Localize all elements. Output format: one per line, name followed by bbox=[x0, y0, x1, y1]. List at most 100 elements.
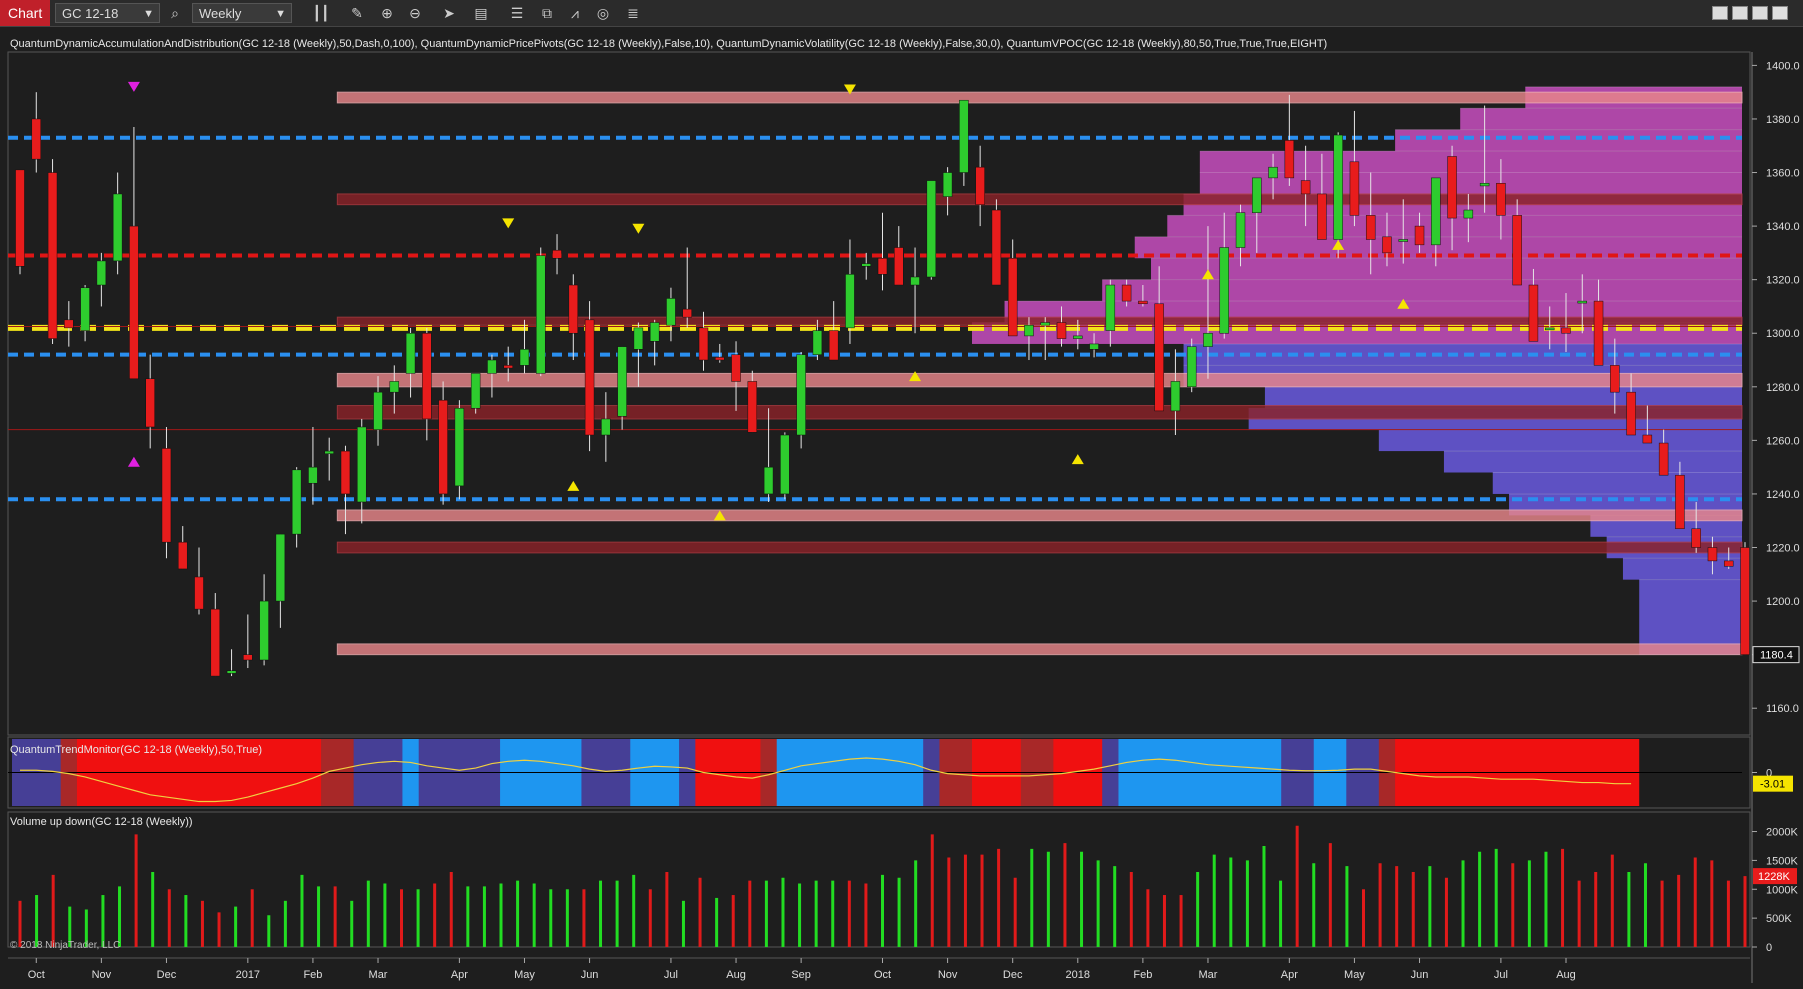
zoom-out-icon[interactable]: ⊖ bbox=[406, 4, 424, 22]
strategy-icon[interactable]: ⧉ bbox=[538, 4, 556, 22]
bar-style-icon[interactable]: ┃┃ bbox=[312, 4, 330, 22]
y-tick-label: 1000K bbox=[1766, 884, 1798, 896]
candle-down bbox=[552, 249, 562, 259]
volume-profile-bar bbox=[1102, 279, 1742, 302]
candle-down bbox=[975, 166, 985, 205]
candle-down bbox=[1691, 528, 1701, 548]
candle-down bbox=[1593, 300, 1604, 366]
candle-up bbox=[291, 469, 302, 535]
candle-down bbox=[991, 209, 1002, 286]
candle-up bbox=[861, 263, 871, 267]
candle-up bbox=[845, 274, 855, 329]
y-tick-label: 1360.0 bbox=[1766, 168, 1800, 180]
candle-up bbox=[666, 298, 676, 326]
volume-profile-bar bbox=[1460, 108, 1742, 130]
list-icon[interactable]: ≣ bbox=[624, 4, 642, 22]
maximize-icon[interactable] bbox=[1752, 6, 1768, 20]
candle-down bbox=[682, 308, 692, 318]
candle-down bbox=[1610, 365, 1620, 393]
close-icon[interactable] bbox=[1772, 6, 1788, 20]
volume-profile-bar bbox=[1639, 579, 1742, 655]
volume-profile-bar bbox=[1199, 151, 1742, 173]
search-icon[interactable]: ⌕ bbox=[166, 4, 184, 22]
chart-toolbar: Chart GC 12-18 ▼ ⌕ Weekly ▼ ┃┃ ✎ ⊕ ⊖ ➤ ▤… bbox=[0, 0, 1803, 27]
instrument-selector[interactable]: GC 12-18 ▼ bbox=[55, 3, 160, 23]
x-tick-label: Apr bbox=[451, 969, 468, 981]
y-tick-label: 2000K bbox=[1766, 827, 1798, 839]
candle-down bbox=[1724, 560, 1734, 567]
candle-down bbox=[1121, 284, 1132, 302]
candle-down bbox=[243, 654, 253, 661]
candle-down bbox=[1675, 474, 1685, 530]
candle-up bbox=[1333, 134, 1343, 240]
properties-icon[interactable]: ▤ bbox=[472, 4, 490, 22]
x-tick-label: 2018 bbox=[1066, 969, 1090, 981]
candle-up bbox=[780, 434, 790, 495]
candle-down bbox=[1284, 140, 1295, 179]
candle-up bbox=[1235, 212, 1246, 248]
y-tick-label: 1200.0 bbox=[1766, 596, 1800, 608]
chevron-down-icon: ▼ bbox=[275, 8, 286, 20]
y-tick-label: 1300.0 bbox=[1766, 328, 1800, 340]
candle-up bbox=[633, 327, 644, 350]
restore-icon[interactable] bbox=[1712, 6, 1728, 20]
candle-down bbox=[194, 576, 204, 610]
candle-down bbox=[422, 332, 432, 420]
candle-down bbox=[210, 608, 221, 677]
candle-up bbox=[454, 407, 465, 487]
candle-up bbox=[470, 373, 481, 409]
period-selector[interactable]: Weekly ▼ bbox=[192, 3, 292, 23]
candle-up bbox=[96, 260, 107, 286]
candle-down bbox=[1007, 257, 1018, 337]
candle-up bbox=[1431, 177, 1441, 246]
candle-down bbox=[1707, 547, 1718, 562]
x-tick-label: Nov bbox=[92, 969, 112, 981]
x-tick-label: Aug bbox=[726, 969, 746, 981]
candle-down bbox=[15, 169, 25, 267]
candle-up bbox=[1073, 335, 1083, 339]
candle-up bbox=[308, 466, 318, 484]
minimize-icon[interactable] bbox=[1732, 6, 1748, 20]
candle-up bbox=[536, 255, 546, 374]
data-box-icon[interactable]: ☰ bbox=[508, 4, 526, 22]
x-tick-label: May bbox=[1344, 969, 1365, 981]
candle-down bbox=[1512, 215, 1522, 286]
x-tick-label: Sep bbox=[791, 969, 811, 981]
y-tick-label: 1220.0 bbox=[1766, 543, 1800, 555]
pointer-icon[interactable]: ➤ bbox=[440, 4, 458, 22]
candle-up bbox=[259, 600, 269, 661]
candle-down bbox=[698, 327, 709, 361]
x-tick-label: Feb bbox=[303, 969, 322, 981]
copyright-label: © 2018 NinjaTrader, LLC bbox=[10, 940, 120, 951]
candle-up bbox=[389, 381, 400, 393]
pencil-icon[interactable]: ✎ bbox=[348, 4, 366, 22]
zoom-in-icon[interactable]: ⊕ bbox=[378, 4, 396, 22]
candle-up bbox=[357, 426, 367, 503]
x-tick-label: Jul bbox=[1494, 969, 1508, 981]
drawing-icon[interactable]: ⩘ bbox=[566, 4, 584, 22]
candle-down bbox=[1642, 434, 1653, 444]
volume-profile-bar bbox=[1151, 258, 1742, 280]
y-tick-label: 1500K bbox=[1766, 855, 1798, 867]
candle-down bbox=[1626, 391, 1636, 436]
trend-monitor-panel: 0-3.01 bbox=[7, 736, 1793, 809]
candle-up bbox=[1577, 300, 1587, 304]
candle-down bbox=[1561, 327, 1571, 334]
x-tick-label: Jun bbox=[1411, 969, 1429, 981]
candle-down bbox=[877, 257, 888, 275]
price-zone bbox=[336, 91, 1743, 104]
indicator-icon[interactable]: ◎ bbox=[594, 4, 612, 22]
volume-profile-bar bbox=[1395, 129, 1742, 152]
volume-profile-bar bbox=[1167, 215, 1742, 237]
y-tick-label: 1320.0 bbox=[1766, 275, 1800, 287]
candle-down bbox=[1382, 236, 1392, 254]
x-tick-label: May bbox=[514, 969, 535, 981]
candle-down bbox=[731, 354, 741, 382]
candle-up bbox=[405, 332, 416, 374]
candle-up bbox=[1544, 327, 1555, 331]
chevron-down-icon: ▼ bbox=[143, 8, 154, 20]
chart-title-tab[interactable]: Chart bbox=[0, 0, 51, 26]
chart-canvas[interactable]: 1160.01180.01200.01220.01240.01260.01280… bbox=[0, 27, 1803, 989]
price-zone bbox=[336, 372, 1743, 388]
volume-profile-bar bbox=[1443, 451, 1742, 473]
